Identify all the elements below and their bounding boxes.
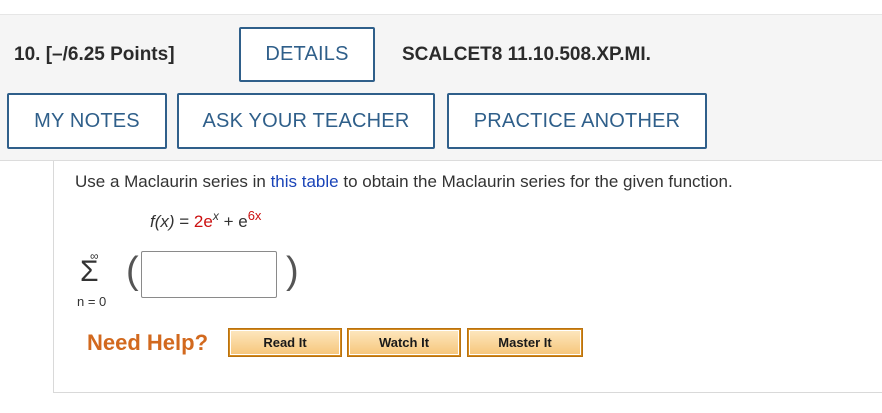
master-it-button[interactable]: Master It bbox=[468, 329, 582, 356]
function-exponent-6x: 6x bbox=[247, 208, 262, 223]
question-instructions: Use a Maclaurin series in this table to … bbox=[75, 172, 733, 192]
function-definition: f(x) = 2ex + e6x bbox=[150, 208, 261, 232]
sigma-symbol: Σ bbox=[80, 255, 99, 288]
details-button[interactable]: DETAILS bbox=[239, 27, 375, 82]
need-help-label: Need Help? bbox=[87, 330, 209, 355]
question-code: SCALCET8 11.10.508.XP.MI. bbox=[402, 44, 651, 65]
ask-your-teacher-button[interactable]: ASK YOUR TEACHER bbox=[177, 93, 435, 149]
function-equals: = bbox=[174, 212, 194, 231]
instructions-text-start: Use a Maclaurin series in bbox=[75, 172, 271, 191]
function-exponent-x: x bbox=[212, 209, 219, 223]
question-points: [–/6.25 Points] bbox=[45, 44, 175, 65]
left-paren: ( bbox=[126, 250, 139, 292]
question-number-points: 10. [–/6.25 Points] bbox=[14, 44, 175, 66]
question-number: 10. bbox=[14, 44, 41, 65]
right-paren: ) bbox=[286, 250, 299, 292]
sum-lower-limit: n = 0 bbox=[77, 294, 107, 309]
function-plus-e: + e bbox=[218, 212, 248, 231]
practice-another-button[interactable]: PRACTICE ANOTHER bbox=[447, 93, 707, 149]
watch-it-button[interactable]: Watch It bbox=[348, 329, 460, 356]
function-lhs: f(x) bbox=[150, 212, 175, 231]
series-answer-input[interactable] bbox=[141, 251, 277, 298]
function-coefficient: 2e bbox=[193, 212, 213, 231]
instructions-text-end: to obtain the Maclaurin series for the g… bbox=[338, 172, 733, 191]
this-table-link[interactable]: this table bbox=[271, 172, 339, 191]
read-it-button[interactable]: Read It bbox=[229, 329, 341, 356]
my-notes-button[interactable]: MY NOTES bbox=[7, 93, 167, 149]
